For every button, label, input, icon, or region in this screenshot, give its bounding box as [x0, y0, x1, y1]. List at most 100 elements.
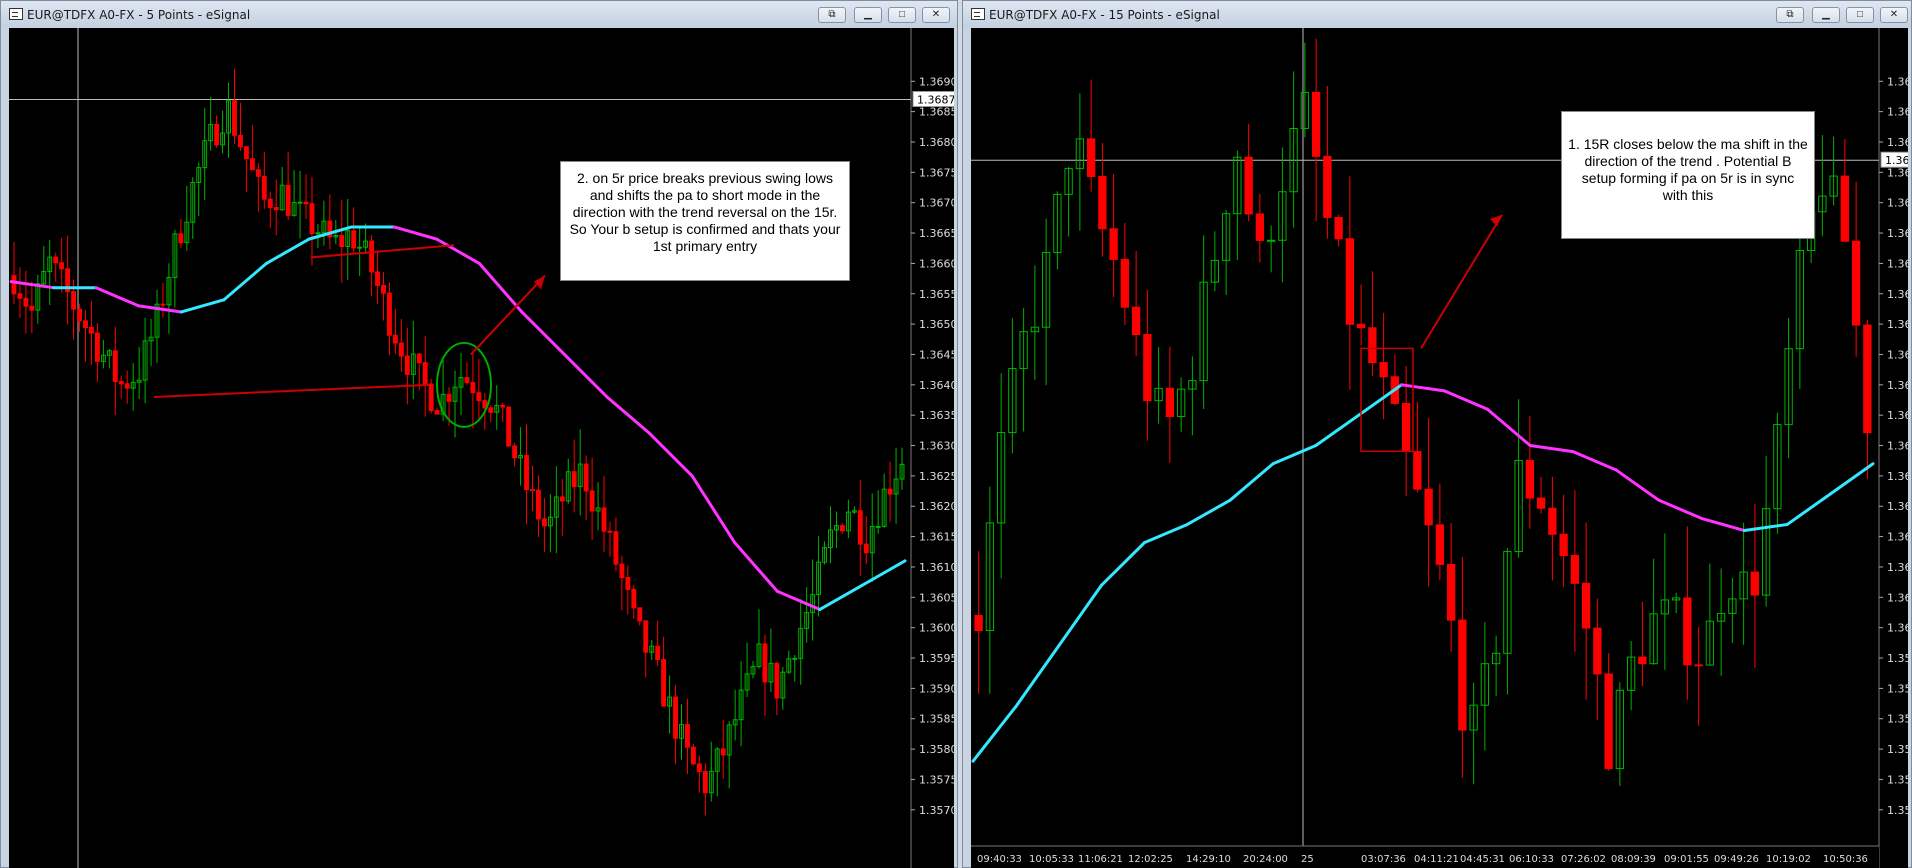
maximize-button[interactable]: □ [1846, 7, 1874, 23]
candle-down [685, 723, 690, 748]
candle-down [619, 563, 625, 579]
candle-down [23, 297, 29, 307]
candle-down [398, 342, 404, 357]
candle-down [1323, 155, 1332, 218]
moving-average-segment [860, 559, 907, 587]
candle-down [381, 284, 386, 294]
candle-down [249, 158, 255, 171]
candle-down [1548, 507, 1557, 535]
time-tick-label: 10:50:36 [1823, 854, 1868, 865]
candle-down [524, 455, 529, 491]
candle-down [1401, 402, 1411, 453]
candle-down [1559, 533, 1568, 556]
moving-average-segment [94, 286, 141, 308]
price-tick-label: 1.3675 [1887, 166, 1908, 179]
moving-average-segment [1700, 516, 1746, 533]
right-annotation-box: 1. 15R closes below the ma shift in the … [1561, 111, 1815, 239]
time-tick-label: 11:06:21 [1078, 854, 1123, 865]
price-tick-label: 1.3670 [1887, 197, 1908, 210]
candle-down [720, 748, 726, 756]
annotation-arrow [470, 274, 546, 356]
minimize-button[interactable]: ▁ [1812, 7, 1840, 23]
candle-down [1570, 554, 1580, 584]
moving-average-segment [1400, 383, 1446, 393]
price-tick-label: 1.3625 [919, 470, 954, 483]
price-tick-label: 1.3655 [1887, 288, 1908, 301]
candle-down [59, 262, 65, 270]
candle-down [267, 198, 273, 209]
price-tick-label: 1.3665 [1887, 227, 1908, 240]
moving-average-segment [435, 237, 481, 265]
price-tick-label: 1.3620 [919, 500, 954, 513]
annotation-arrow [1420, 214, 1503, 349]
candle-down [214, 123, 220, 146]
candle-down [488, 407, 494, 413]
candle-up [792, 657, 798, 660]
left-chart-window[interactable]: EUR@TDFX A0-FX - 5 Points - eSignal ⧉ ▁ … [0, 0, 958, 868]
moving-average-segment [1100, 541, 1146, 587]
left-annotation-box: 2. on 5r price breaks previous swing low… [560, 161, 850, 281]
price-tick-label: 1.3610 [1887, 561, 1908, 574]
right-price-chart[interactable]: 1.3690 1.3685 1.3680 1.3675 1.3670 1.3665 1.36… [971, 28, 1908, 868]
candle-down [339, 235, 345, 248]
candle-up [1266, 239, 1276, 242]
moving-average-segment [392, 225, 439, 241]
current-price-label: 1.3677 [1885, 154, 1908, 167]
moving-average-segment [690, 474, 737, 545]
candle-down [464, 377, 470, 384]
candle-down [89, 327, 94, 334]
link-icon[interactable]: ⧉ [818, 7, 846, 23]
close-button[interactable]: ✕ [922, 7, 950, 23]
candle-down [631, 588, 637, 609]
candle-down [655, 645, 661, 661]
price-tick-label: 1.3605 [919, 591, 954, 604]
candle-up [875, 525, 881, 528]
candle-down [476, 392, 482, 402]
price-tick-label: 1.3635 [1887, 409, 1908, 422]
moving-average-segment [1528, 444, 1575, 454]
candle-down [1334, 216, 1343, 240]
candle-down [77, 308, 82, 322]
price-tick-label: 1.3685 [1887, 106, 1908, 119]
candle-down [255, 169, 261, 177]
candle-down [1851, 240, 1861, 326]
candle-down [1863, 324, 1872, 434]
minimize-button[interactable]: ▁ [854, 7, 882, 23]
candle-down [83, 320, 88, 329]
price-tick-label: 1.3600 [1887, 622, 1908, 635]
candle-down [428, 383, 434, 412]
price-tick-label: 1.3635 [919, 409, 954, 422]
price-tick-label: 1.3650 [919, 318, 954, 331]
price-tick-label: 1.3580 [1887, 743, 1908, 756]
moving-average-segment [818, 583, 864, 611]
candle-down [839, 525, 845, 532]
left-candlestick-plot[interactable]: 1.3690 1.3685 1.3680 1.3675 1.3670 1.3665 1.36… [9, 28, 954, 868]
moving-average-segment [562, 352, 609, 399]
time-tick-label: 08:09:39 [1611, 854, 1656, 865]
candle-down [178, 233, 184, 244]
moving-average-segment [222, 261, 268, 302]
candle-down [1413, 451, 1422, 490]
candle-down [583, 463, 589, 492]
moving-average-segment [477, 261, 524, 314]
candle-down [690, 746, 696, 765]
close-button[interactable]: ✕ [1880, 7, 1908, 23]
candle-down [416, 353, 422, 364]
price-tick-label: 1.3585 [1887, 713, 1908, 726]
moving-average-segment [1228, 462, 1275, 502]
candle-down [392, 334, 398, 344]
left-title-bar[interactable]: EUR@TDFX A0-FX - 5 Points - eSignal ⧉ ▁ … [1, 1, 957, 27]
left-window-title: EUR@TDFX A0-FX - 5 Points - eSignal [27, 8, 251, 22]
left-price-chart[interactable]: 1.3690 1.3685 1.3680 1.3675 1.3670 1.3665 1.36… [9, 28, 954, 868]
candle-down [500, 404, 506, 408]
price-tick-label: 1.3655 [919, 288, 954, 301]
candle-down [112, 350, 118, 383]
candle-down [625, 577, 631, 590]
candle-down [1604, 673, 1613, 770]
right-title-bar[interactable]: EUR@TDFX A0-FX - 15 Points - eSignal ⧉ ▁… [963, 1, 1911, 27]
right-chart-window[interactable]: EUR@TDFX A0-FX - 15 Points - eSignal ⧉ ▁… [962, 0, 1912, 868]
candle-down [1311, 91, 1321, 157]
maximize-button[interactable]: □ [888, 7, 916, 23]
link-icon[interactable]: ⧉ [1776, 7, 1804, 23]
candle-down [1368, 327, 1377, 364]
